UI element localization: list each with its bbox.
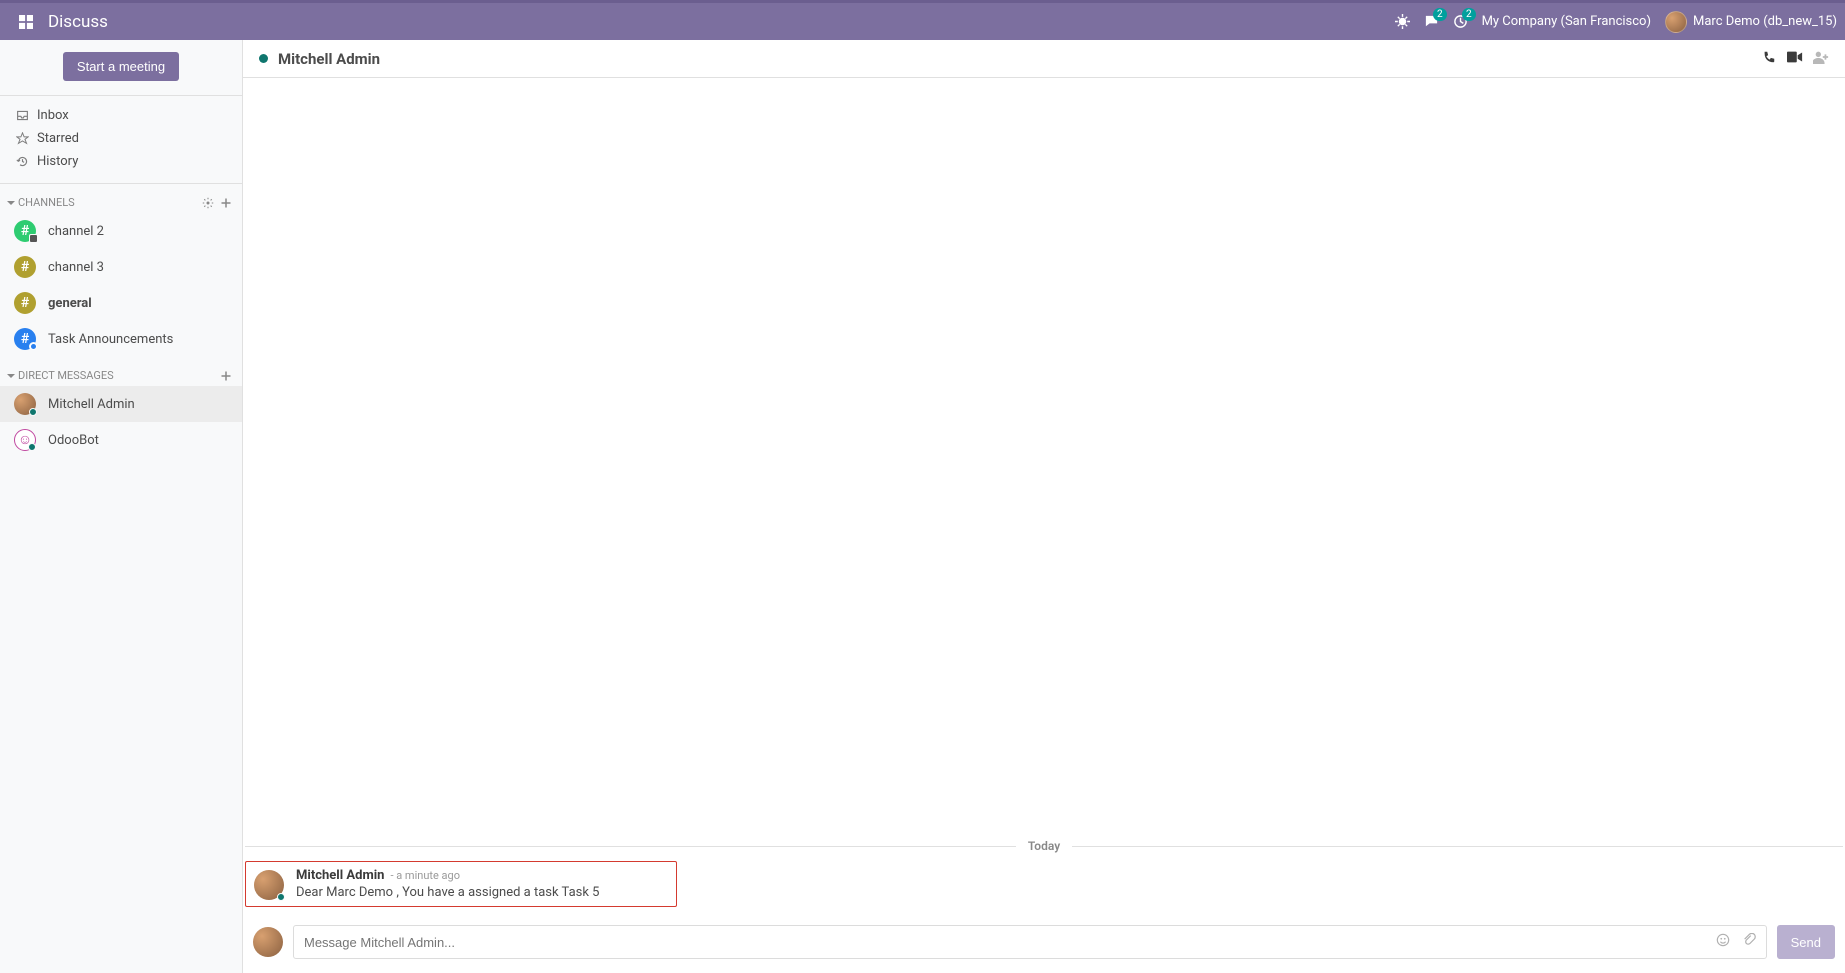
bug-icon[interactable] bbox=[1395, 14, 1410, 29]
phone-icon[interactable] bbox=[1761, 50, 1777, 68]
app-title: Discuss bbox=[48, 12, 108, 32]
chevron-down-icon bbox=[6, 198, 16, 208]
hash-icon: # bbox=[14, 220, 36, 242]
message-time: - a minute ago bbox=[390, 869, 460, 882]
channel-label: Task Announcements bbox=[48, 332, 173, 347]
thread-header: Mitchell Admin bbox=[243, 40, 1845, 78]
sidebar-item-history[interactable]: History bbox=[0, 150, 242, 173]
star-icon bbox=[16, 132, 29, 145]
video-icon[interactable] bbox=[1787, 50, 1803, 68]
attach-icon[interactable] bbox=[1742, 933, 1756, 951]
sidebar-item-label: Starred bbox=[37, 131, 79, 146]
message-text: Dear Marc Demo , You have a assigned a t… bbox=[296, 885, 599, 900]
add-user-icon[interactable] bbox=[1813, 50, 1829, 68]
plus-icon[interactable] bbox=[220, 370, 232, 382]
date-separator: Today bbox=[245, 839, 1843, 853]
channels-category-header[interactable]: Channels bbox=[0, 184, 242, 213]
thread-title: Mitchell Admin bbox=[278, 50, 380, 68]
dm-label: Mitchell Admin bbox=[48, 397, 135, 412]
sidebar-item-label: Inbox bbox=[37, 108, 69, 123]
sidebar-item-inbox[interactable]: Inbox bbox=[0, 104, 242, 127]
activity-badge: 2 bbox=[1462, 8, 1476, 21]
start-meeting-button[interactable]: Start a meeting bbox=[63, 52, 179, 81]
gear-icon[interactable] bbox=[202, 197, 214, 209]
composer-input[interactable] bbox=[304, 935, 1708, 950]
message[interactable]: Mitchell Admin - a minute ago Dear Marc … bbox=[245, 861, 677, 907]
hash-icon: # bbox=[14, 256, 36, 278]
messages-icon[interactable]: 2 bbox=[1424, 14, 1439, 29]
dm-item-mitchell-admin[interactable]: Mitchell Admin bbox=[0, 386, 242, 422]
inbox-icon bbox=[16, 109, 29, 122]
message-avatar bbox=[254, 870, 284, 900]
activity-icon[interactable]: 2 bbox=[1453, 14, 1468, 29]
hash-icon: # bbox=[14, 292, 36, 314]
main-area: Mitchell Admin Today Mitchell Adm bbox=[243, 40, 1845, 973]
composer-avatar bbox=[253, 927, 283, 957]
composer: Send bbox=[243, 917, 1845, 973]
avatar bbox=[14, 393, 36, 415]
date-separator-label: Today bbox=[1016, 839, 1072, 853]
send-button[interactable]: Send bbox=[1777, 925, 1835, 959]
sidebar: Start a meeting Inbox Starred History Ch… bbox=[0, 40, 243, 973]
sidebar-item-starred[interactable]: Starred bbox=[0, 127, 242, 150]
history-icon bbox=[16, 155, 29, 168]
dm-category-header[interactable]: Direct Messages bbox=[0, 357, 242, 386]
messages-badge: 2 bbox=[1433, 8, 1447, 21]
channel-item-general[interactable]: # general bbox=[0, 285, 242, 321]
channel-item[interactable]: # Task Announcements bbox=[0, 321, 242, 357]
message-author: Mitchell Admin bbox=[296, 868, 384, 883]
presence-indicator bbox=[259, 54, 268, 63]
channel-label: channel 3 bbox=[48, 260, 104, 275]
user-avatar bbox=[1665, 11, 1687, 33]
channel-item[interactable]: # channel 2 bbox=[0, 213, 242, 249]
composer-input-wrap bbox=[293, 925, 1767, 959]
channel-item[interactable]: # channel 3 bbox=[0, 249, 242, 285]
message-list: Today Mitchell Admin - a minute ago Dear… bbox=[243, 78, 1845, 917]
channels-category-label: Channels bbox=[18, 196, 75, 209]
plus-icon[interactable] bbox=[220, 197, 232, 209]
user-menu[interactable]: Marc Demo (db_new_15) bbox=[1665, 11, 1837, 33]
avatar bbox=[14, 429, 36, 451]
chevron-down-icon bbox=[6, 371, 16, 381]
channel-label: general bbox=[48, 296, 92, 311]
sidebar-item-label: History bbox=[37, 154, 78, 169]
channel-label: channel 2 bbox=[48, 224, 104, 239]
dm-category-label: Direct Messages bbox=[18, 369, 114, 382]
user-name: Marc Demo (db_new_15) bbox=[1693, 14, 1837, 29]
company-switcher[interactable]: My Company (San Francisco) bbox=[1482, 14, 1651, 29]
emoji-icon[interactable] bbox=[1716, 933, 1730, 951]
apps-icon[interactable] bbox=[16, 12, 36, 32]
dm-item-odoobot[interactable]: OdooBot bbox=[0, 422, 242, 458]
dm-label: OdooBot bbox=[48, 433, 99, 448]
top-bar: Discuss 2 2 My Company (San Francisco) M… bbox=[0, 0, 1845, 40]
hash-icon: # bbox=[14, 328, 36, 350]
